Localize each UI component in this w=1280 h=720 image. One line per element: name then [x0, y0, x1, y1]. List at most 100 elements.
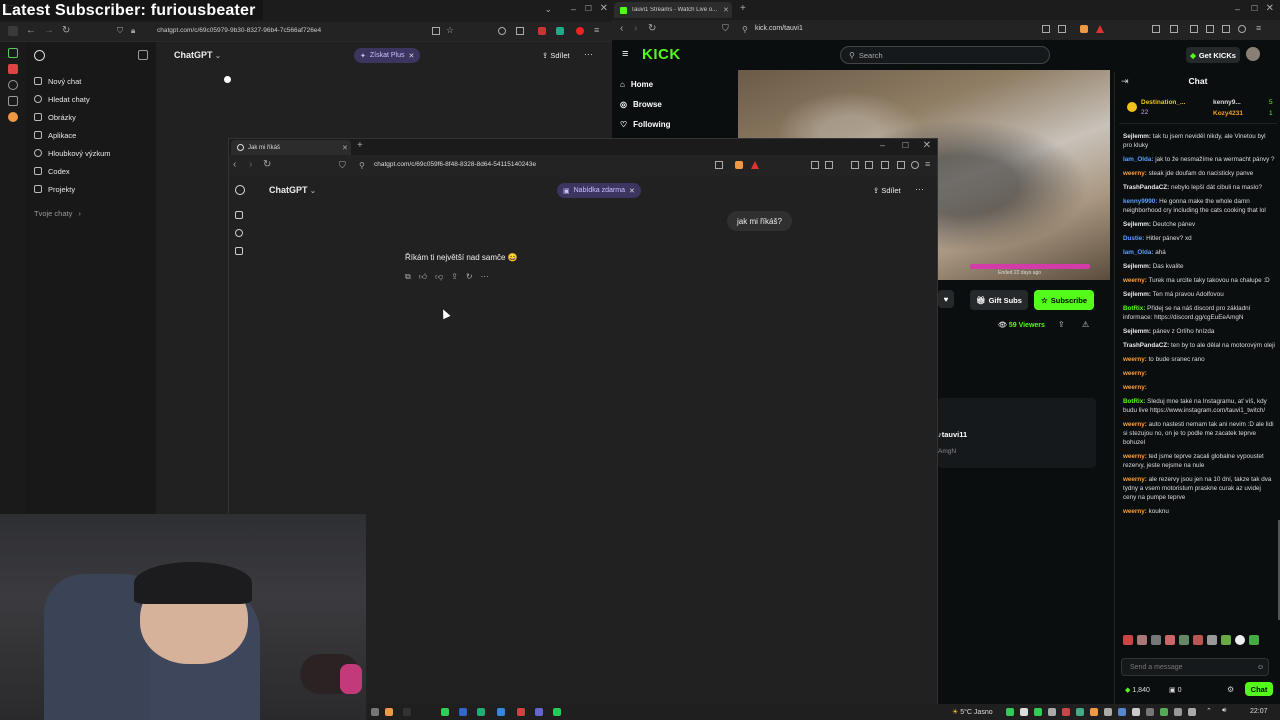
avatar[interactable]: [1246, 47, 1260, 61]
chat-username[interactable]: weerny:: [1123, 277, 1147, 284]
top-gifter-2[interactable]: kenny9...: [1213, 99, 1241, 106]
wallet-icon[interactable]: [1222, 25, 1230, 33]
tray-icon[interactable]: [1006, 708, 1014, 716]
extension-icon[interactable]: [825, 161, 833, 169]
wallet-icon[interactable]: [881, 161, 889, 169]
chat-username[interactable]: kenny9990:: [1123, 198, 1157, 205]
app-icon[interactable]: [517, 708, 525, 716]
shield-icon[interactable]: ⛉: [117, 26, 123, 36]
emote-icon[interactable]: [1221, 635, 1231, 645]
chat-username[interactable]: BotRix:: [1123, 398, 1145, 405]
rewards-icon[interactable]: [751, 161, 759, 169]
chevron-up-icon[interactable]: ⌃: [1206, 707, 1212, 715]
chat-username[interactable]: Iam_Olda:: [1123, 156, 1153, 163]
reload-icon[interactable]: ↻: [263, 159, 271, 170]
report-icon[interactable]: ⚠: [1082, 320, 1089, 329]
chat-username[interactable]: Sejlemm:: [1123, 221, 1151, 228]
close-icon[interactable]: ✕: [409, 52, 415, 60]
free-offer-button[interactable]: ▣ Nabídka zdarma ✕: [557, 183, 641, 198]
chat-username[interactable]: weerny:: [1123, 476, 1147, 483]
chat-username[interactable]: Sejlemm:: [1123, 133, 1151, 140]
gift-subs-button[interactable]: 🎁︎ Gift Subs: [970, 290, 1028, 310]
menu-icon[interactable]: ≡: [925, 159, 930, 169]
weather-widget[interactable]: ☀ 5°C Jasno: [952, 708, 993, 716]
red-app-icon[interactable]: [8, 64, 18, 74]
close-icon[interactable]: ✕: [342, 144, 348, 152]
search-input[interactable]: ⚲ Search: [840, 46, 1050, 64]
back-icon[interactable]: ←: [26, 25, 36, 36]
tab-kick[interactable]: Tauvi1 Streams - Watch Live o... ✕: [614, 2, 732, 18]
chevron-down-icon[interactable]: ⌄: [544, 4, 552, 15]
sidebar-item-images[interactable]: Obrázky: [26, 108, 156, 126]
chat-username[interactable]: TrashPandaCZ:: [1123, 342, 1169, 349]
minimize-icon[interactable]: –: [571, 4, 576, 14]
brave-shield-icon[interactable]: [735, 161, 743, 169]
minimize-icon[interactable]: –: [1235, 4, 1240, 14]
kicks-balance[interactable]: ◆ 1,840: [1125, 686, 1150, 694]
sidebar-item-deep-research[interactable]: Hloubkový výzkum: [26, 144, 156, 162]
chat-username[interactable]: Iam_Olda:: [1123, 249, 1153, 256]
tray-icon[interactable]: [1188, 708, 1196, 716]
menu-icon[interactable]: ≡: [594, 25, 599, 35]
follow-heart-button[interactable]: ♥: [938, 290, 954, 308]
sidebar-item-search[interactable]: Hledat chaty: [26, 90, 156, 108]
app-icon[interactable]: [497, 708, 505, 716]
app-icon[interactable]: [477, 708, 485, 716]
chat-username[interactable]: weerny:: [1123, 508, 1147, 515]
star-icon[interactable]: [8, 96, 18, 106]
tray-icon[interactable]: [1048, 708, 1056, 716]
tray-icon[interactable]: [1034, 708, 1042, 716]
send-chat-button[interactable]: Chat: [1245, 682, 1273, 696]
brave-icon[interactable]: [385, 708, 393, 716]
close-icon[interactable]: ✕: [723, 6, 729, 14]
hamburger-menu-icon[interactable]: ≡: [622, 48, 628, 60]
site-info-icon[interactable]: ⚲: [742, 25, 748, 34]
your-chats-section[interactable]: Tvoje chaty ›: [26, 204, 156, 222]
openai-logo-icon[interactable]: [235, 185, 245, 195]
tray-icon[interactable]: [1076, 708, 1084, 716]
brave-shield-icon[interactable]: [1080, 25, 1088, 33]
bookmark-star-icon[interactable]: ☆: [446, 25, 454, 36]
reload-icon[interactable]: ↻: [62, 25, 70, 36]
image-icon[interactable]: [235, 247, 243, 255]
extension-icon[interactable]: [538, 27, 546, 35]
reload-icon[interactable]: ↻: [648, 23, 656, 34]
emote-icon[interactable]: [1179, 635, 1189, 645]
close-icon[interactable]: ✕: [600, 3, 608, 14]
nav-home[interactable]: ⌂ Home: [620, 80, 653, 89]
menu-icon[interactable]: ≡: [1256, 23, 1261, 33]
emote-icon[interactable]: [1165, 635, 1175, 645]
url-text[interactable]: chatgpt.com/c/69c05979-9b30-8327-96b4-7c…: [157, 27, 321, 34]
chat-username[interactable]: weerny:: [1123, 453, 1147, 460]
thumbs-down-icon[interactable]: 👎︎: [435, 272, 443, 282]
search-icon[interactable]: [235, 229, 243, 237]
model-selector[interactable]: ChatGPT ⌄: [174, 50, 221, 60]
tray-icon[interactable]: [1146, 708, 1154, 716]
ai-icon[interactable]: [8, 48, 18, 58]
tray-icon[interactable]: [1174, 708, 1182, 716]
tray-icon[interactable]: [1020, 708, 1028, 716]
tray-icon[interactable]: [1062, 708, 1070, 716]
sidebar-item-codex[interactable]: Codex: [26, 162, 156, 180]
sidebar-toggle-icon[interactable]: [8, 26, 18, 36]
music-icon[interactable]: [1190, 25, 1198, 33]
app-icon[interactable]: [403, 708, 411, 716]
chat-username[interactable]: Sejlemm:: [1123, 328, 1151, 335]
emote-icon[interactable]: [1235, 635, 1245, 645]
chat-username[interactable]: Sejlemm:: [1123, 291, 1151, 298]
emote-icon[interactable]: [1123, 635, 1133, 645]
spotify-icon[interactable]: [553, 708, 561, 716]
sidebar-icon[interactable]: [1206, 25, 1214, 33]
url-text[interactable]: kick.com/tauvi1: [755, 25, 803, 32]
rewards-icon[interactable]: [1096, 25, 1104, 33]
emote-icon[interactable]: [1193, 635, 1203, 645]
back-icon[interactable]: ‹: [233, 159, 236, 170]
chat-username[interactable]: weerny:: [1123, 370, 1147, 377]
emote-icon[interactable]: [1151, 635, 1161, 645]
chat-username[interactable]: weerny:: [1123, 384, 1147, 391]
speaker-icon[interactable]: 🔊︎: [1222, 707, 1226, 715]
more-options-icon[interactable]: ⋯: [915, 184, 924, 195]
tray-icon[interactable]: [1160, 708, 1168, 716]
reader-icon[interactable]: [432, 27, 440, 35]
forward-icon[interactable]: ›: [249, 159, 252, 170]
